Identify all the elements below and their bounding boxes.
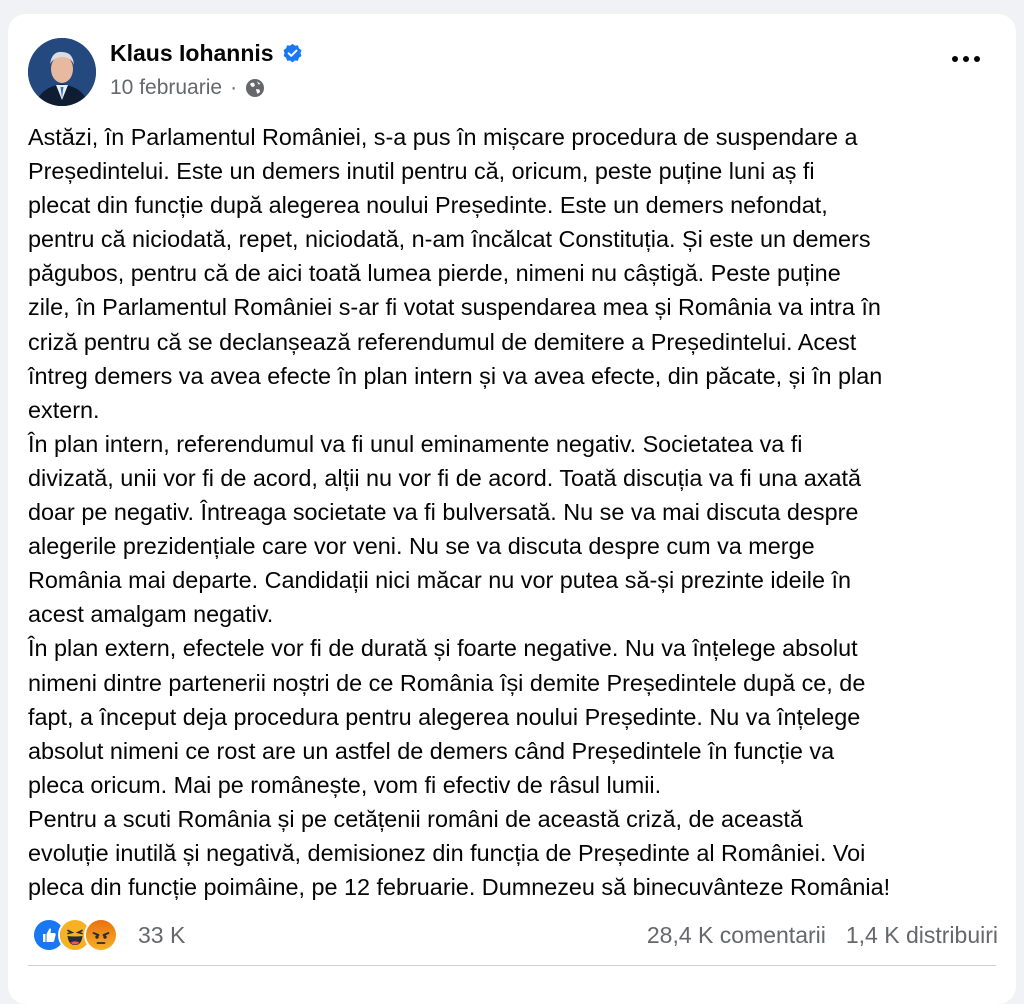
post-date[interactable]: 10 februarie xyxy=(110,76,222,100)
author-name[interactable]: Klaus Iohannis xyxy=(110,40,274,67)
avatar-portrait xyxy=(28,38,96,106)
post-line: acest amalgam negativ. xyxy=(28,601,274,628)
post-line: alegerile prezidențiale care vor veni. N… xyxy=(28,533,815,560)
post-line: fapt, a început deja procedura pentru al… xyxy=(28,703,861,730)
post-line: pleca din funcție poimâine, pe 12 februa… xyxy=(28,874,891,901)
post-text: Astăzi, în Parlamentul României, s-a pus… xyxy=(28,120,1000,904)
post-line: criză pentru că se declanșează referendu… xyxy=(28,328,857,355)
comments-count[interactable]: 28,4 K comentarii xyxy=(647,922,826,949)
post-line: plecat din funcție după alegerea noului … xyxy=(28,192,828,219)
post-line: doar pe negativ. Întreaga societate va f… xyxy=(28,499,859,526)
post-line: pleca oricum. Mai pe românește, vom fi e… xyxy=(28,771,662,798)
reaction-count[interactable]: 33 K xyxy=(138,922,185,949)
post-card: Klaus Iohannis 10 februarie · Astăzi, în… xyxy=(8,14,1016,1004)
author-line: Klaus Iohannis xyxy=(110,40,303,67)
post-line: România mai departe. Candidații nici măc… xyxy=(28,567,851,594)
post-line: zile, în Parlamentul României s-ar fi vo… xyxy=(28,294,881,321)
dot xyxy=(952,56,958,62)
post-line: evoluție inutilă și negativă, demisionez… xyxy=(28,839,866,866)
post-footer: 33 K 28,4 K comentarii 1,4 K distribuiri xyxy=(28,914,998,958)
reactions-summary[interactable] xyxy=(32,918,118,952)
post-line: nimeni dintre partenerii noștri de ce Ro… xyxy=(28,669,866,696)
dot xyxy=(974,56,980,62)
more-options-icon[interactable] xyxy=(952,56,980,62)
post-line: În plan intern, referendumul va fi unul … xyxy=(28,430,803,457)
globe-icon[interactable] xyxy=(245,78,265,98)
shares-count[interactable]: 1,4 K distribuiri xyxy=(846,922,998,949)
post-line: absolut nimeni ce rost are un astfel de … xyxy=(28,737,835,764)
post-line: Pentru a scuti România și pe cetățenii r… xyxy=(28,805,803,832)
post-meta: 10 februarie · xyxy=(110,76,265,100)
verified-badge-icon xyxy=(282,43,303,64)
post-line: În plan extern, efectele vor fi de durat… xyxy=(28,635,858,662)
post-line: Astăzi, în Parlamentul României, s-a pus… xyxy=(28,124,858,150)
meta-separator: · xyxy=(230,76,238,99)
dot xyxy=(963,56,969,62)
post-line: divizată, unii vor fi de acord, alții nu… xyxy=(28,464,861,491)
author-avatar[interactable] xyxy=(28,38,96,106)
post-line: pentru că niciodată, repet, niciodată, n… xyxy=(28,226,871,253)
post-line: extern. xyxy=(28,396,100,423)
post-line: Președintelui. Este un demers inutil pen… xyxy=(28,158,815,185)
footer-divider xyxy=(28,965,996,966)
post-line: păgubos, pentru că de aici toată lumea p… xyxy=(28,260,841,287)
post-stats: 28,4 K comentarii 1,4 K distribuiri xyxy=(647,922,998,949)
angry-reaction-icon xyxy=(84,918,118,952)
post-line: întreg demers va avea efecte în plan int… xyxy=(28,362,883,389)
